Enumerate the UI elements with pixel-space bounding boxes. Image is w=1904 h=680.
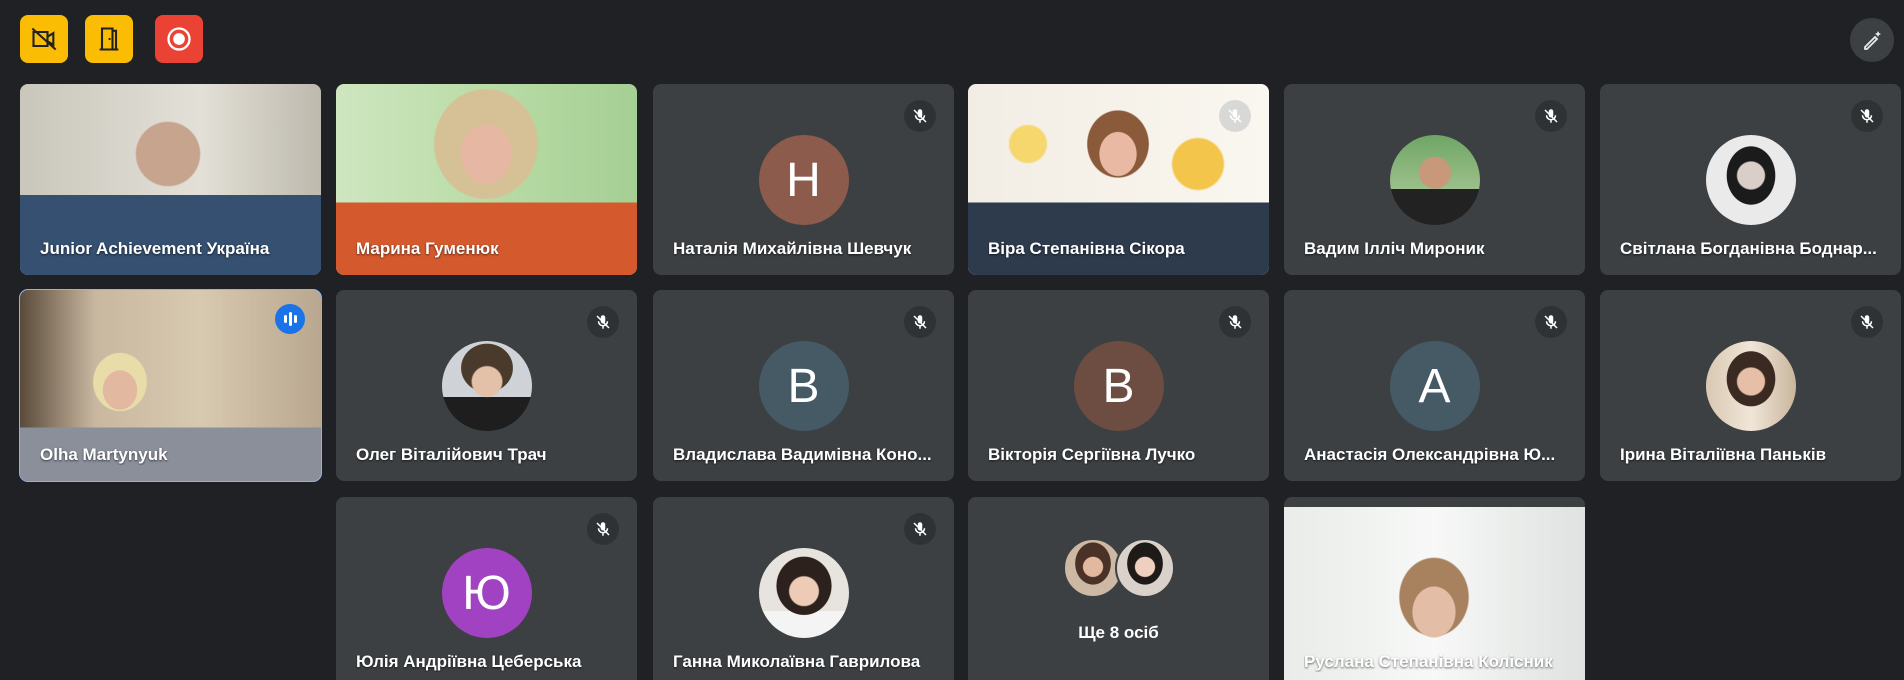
participant-name: Наталія Михайлівна Шевчук (673, 239, 912, 258)
camera-off-button[interactable] (20, 15, 68, 63)
mic-off-icon (1544, 109, 1558, 123)
mic-off-indicator (904, 306, 936, 338)
participant-avatar: Ю (441, 548, 532, 638)
mic-off-indicator (904, 100, 936, 132)
participant-avatar (758, 548, 849, 638)
participant-tile[interactable]: Н Наталія Михайлівна Шевчук (653, 84, 954, 275)
mic-off-indicator (1535, 100, 1567, 132)
more-participants-tile[interactable]: Ще 8 осіб (968, 497, 1269, 680)
participant-name: Руслана Степанівна Колісник (1304, 652, 1553, 671)
more-participants-label: Ще 8 осіб (1078, 623, 1159, 642)
participant-tile[interactable]: В Владислава Вадимівна Коно... (653, 290, 954, 481)
overflow-avatars (1063, 538, 1175, 600)
mic-off-indicator (1219, 100, 1251, 132)
leave-room-button[interactable] (85, 15, 133, 63)
participant-name: Junior Achievement Україна (40, 239, 270, 258)
participant-avatar: А (1389, 341, 1480, 431)
mic-off-indicator (1535, 306, 1567, 338)
participant-name: Olha Martynyuk (40, 445, 168, 464)
participant-tile[interactable]: Марина Гуменюк (336, 84, 637, 275)
participant-name: Вікторія Сергіївна Лучко (988, 445, 1196, 464)
participant-tile[interactable]: Олег Віталійович Трач (336, 290, 637, 481)
participant-tile[interactable]: Ю Юлія Андріївна Цеберська (336, 497, 637, 680)
mic-off-icon (1544, 315, 1558, 329)
participant-name: Марина Гуменюк (356, 239, 499, 258)
mic-off-icon (1860, 109, 1874, 123)
participant-name: Владислава Вадимівна Коно... (673, 445, 932, 464)
mic-off-icon (1860, 315, 1874, 329)
mic-off-icon (913, 109, 927, 123)
participant-avatar (1705, 341, 1796, 431)
participant-tile[interactable]: В Вікторія Сергіївна Лучко (968, 290, 1269, 481)
participant-name: Світлана Богданівна Боднар... (1620, 239, 1877, 258)
mic-off-icon (596, 315, 610, 329)
mic-off-indicator (587, 306, 619, 338)
participant-tile[interactable]: Вадим Ілліч Мироник (1284, 84, 1585, 275)
speaking-indicator (275, 304, 305, 334)
participant-avatar: В (1073, 341, 1164, 431)
mic-off-icon (1228, 315, 1242, 329)
participant-name: Анастасія Олександрівна Ю... (1304, 445, 1556, 464)
participant-name: Юлія Андріївна Цеберська (356, 652, 582, 671)
avatar (1115, 538, 1175, 598)
participant-tile-active-speaker[interactable]: Olha Martynyuk (19, 289, 322, 482)
participant-tile[interactable]: Віра Степанівна Сікора (968, 84, 1269, 275)
effects-button[interactable] (1850, 18, 1894, 62)
camera-off-icon (31, 27, 57, 51)
mic-off-indicator (1851, 306, 1883, 338)
mic-off-indicator (1851, 100, 1883, 132)
pen-sparkle-icon (1864, 31, 1881, 50)
mic-off-indicator (1219, 306, 1251, 338)
avatar (1063, 538, 1123, 598)
participant-avatar: В (758, 341, 849, 431)
mic-off-icon (913, 315, 927, 329)
participant-avatar: Н (758, 135, 849, 225)
record-icon (167, 27, 191, 51)
participant-avatar (1389, 135, 1480, 225)
participant-avatar (1705, 135, 1796, 225)
mic-off-indicator (587, 513, 619, 545)
participant-name: Ірина Віталіївна Паньків (1620, 445, 1827, 464)
participant-tile[interactable]: Ірина Віталіївна Паньків (1600, 290, 1901, 481)
participant-avatar (441, 341, 532, 431)
participant-name: Ганна Миколаївна Гаврилова (673, 652, 921, 671)
participant-name: Віра Степанівна Сікора (988, 239, 1185, 258)
mic-off-indicator (904, 513, 936, 545)
participant-tile[interactable]: Світлана Богданівна Боднар... (1600, 84, 1901, 275)
door-icon (99, 27, 119, 51)
participant-name: Вадим Ілліч Мироник (1304, 239, 1485, 258)
participant-tile[interactable]: Ганна Миколаївна Гаврилова (653, 497, 954, 680)
participant-tile[interactable]: А Анастасія Олександрівна Ю... (1284, 290, 1585, 481)
participant-tile[interactable]: Junior Achievement Україна (20, 84, 321, 275)
mic-off-icon (1228, 109, 1242, 123)
record-button[interactable] (155, 15, 203, 63)
participant-tile[interactable]: Руслана Степанівна Колісник (1284, 497, 1585, 680)
participant-name: Олег Віталійович Трач (356, 445, 547, 464)
mic-off-icon (913, 522, 927, 536)
mic-off-icon (596, 522, 610, 536)
